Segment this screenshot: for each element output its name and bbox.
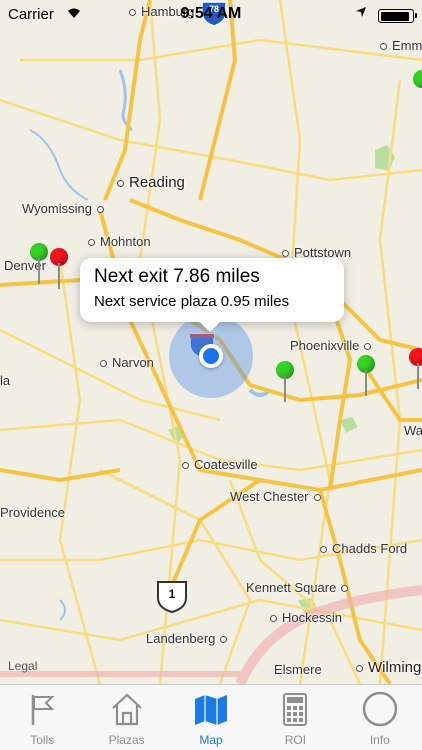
town-dot-icon <box>117 179 124 187</box>
toll-plaza-pin[interactable] <box>276 361 294 409</box>
tab-info[interactable]: Info <box>338 685 422 750</box>
toll-plaza-pin[interactable] <box>357 355 375 403</box>
toll-plaza-pin[interactable] <box>409 348 422 396</box>
park-area <box>340 417 358 433</box>
town-dot-icon <box>88 239 95 247</box>
place-label-providence: Providence <box>0 505 66 520</box>
town-dot-icon <box>320 546 327 554</box>
place-label-mohnton: Mohnton <box>88 234 151 249</box>
town-dot-icon <box>282 250 289 258</box>
town-dot-icon <box>270 615 277 623</box>
place-label-kennett-square: Kennett Square <box>246 580 353 595</box>
stream <box>59 599 66 621</box>
circle-icon <box>362 691 398 727</box>
route-shield-icon: 1 <box>157 581 187 614</box>
town-dot-icon <box>341 585 349 593</box>
tab-roi[interactable]: ROI <box>253 685 337 750</box>
battery-icon <box>378 9 417 23</box>
place-label-emm: Emm <box>380 38 422 53</box>
tab-bar: Tolls Plazas Map ROI Info <box>0 684 422 750</box>
place-label-reading: Reading <box>117 174 185 191</box>
tab-plazas[interactable]: Plazas <box>84 685 168 750</box>
map-view[interactable]: 78 1 Hamburg Emm Reading Wyomissing Mohn… <box>0 0 422 684</box>
next-exit-text: Next exit 7.86 miles <box>94 266 260 287</box>
place-label-narvon: Narvon <box>100 355 154 370</box>
toll-plaza-pin[interactable] <box>50 248 68 296</box>
place-label-chadds-ford: Chadds Ford <box>320 541 407 556</box>
place-label-elsmere: Elsmere <box>274 662 322 677</box>
legal-link[interactable]: Legal <box>8 659 37 673</box>
place-label-wyomissing: Wyomissing <box>22 201 109 216</box>
tab-label: Info <box>369 733 390 747</box>
town-dot-icon <box>380 43 387 51</box>
town-dot-icon <box>182 462 189 470</box>
calculator-icon <box>283 693 308 726</box>
town-dot-icon <box>220 636 228 644</box>
town-dot-icon <box>364 343 372 351</box>
pin-head-icon <box>409 348 422 366</box>
toll-plaza-pin[interactable] <box>30 243 48 291</box>
tab-map[interactable]: Map <box>169 685 253 750</box>
distance-callout[interactable]: Next exit 7.86 miles Next service plaza … <box>80 258 344 332</box>
place-label-la: la <box>0 373 11 388</box>
town-dot-icon <box>100 360 107 368</box>
place-label-wilming: Wilming <box>356 659 421 676</box>
town-dot-icon <box>356 664 363 672</box>
place-label-phoenixville: Phoenixville <box>290 338 376 353</box>
battery-fill <box>380 11 409 21</box>
stream <box>29 129 89 201</box>
tab-label: Tolls <box>30 733 55 747</box>
status-bar: Carrier 9:54 AM <box>0 0 422 30</box>
place-label-coatesville: Coatesville <box>182 457 258 472</box>
tab-label: ROI <box>284 733 307 747</box>
place-label-wa: Wa <box>404 423 422 438</box>
town-dot-icon <box>96 206 104 214</box>
town-dot-icon <box>313 494 321 502</box>
svg-text:1: 1 <box>169 587 176 601</box>
tab-tolls[interactable]: Tolls <box>0 685 84 750</box>
map-icon <box>195 695 228 725</box>
user-location-icon[interactable] <box>199 344 223 368</box>
place-label-hockessin: Hockessin <box>270 610 342 625</box>
place-label-west-chester: West Chester <box>230 489 326 504</box>
tab-label: Map <box>199 733 223 747</box>
flag-icon <box>31 695 55 725</box>
tab-label: Plazas <box>108 733 145 747</box>
next-service-plaza-text: Next service plaza 0.95 miles <box>94 293 290 310</box>
screen: 78 1 Hamburg Emm Reading Wyomissing Mohn… <box>0 0 422 750</box>
location-services-icon <box>356 6 366 20</box>
place-label-landenberg: Landenberg <box>146 631 232 646</box>
house-icon <box>111 693 142 726</box>
